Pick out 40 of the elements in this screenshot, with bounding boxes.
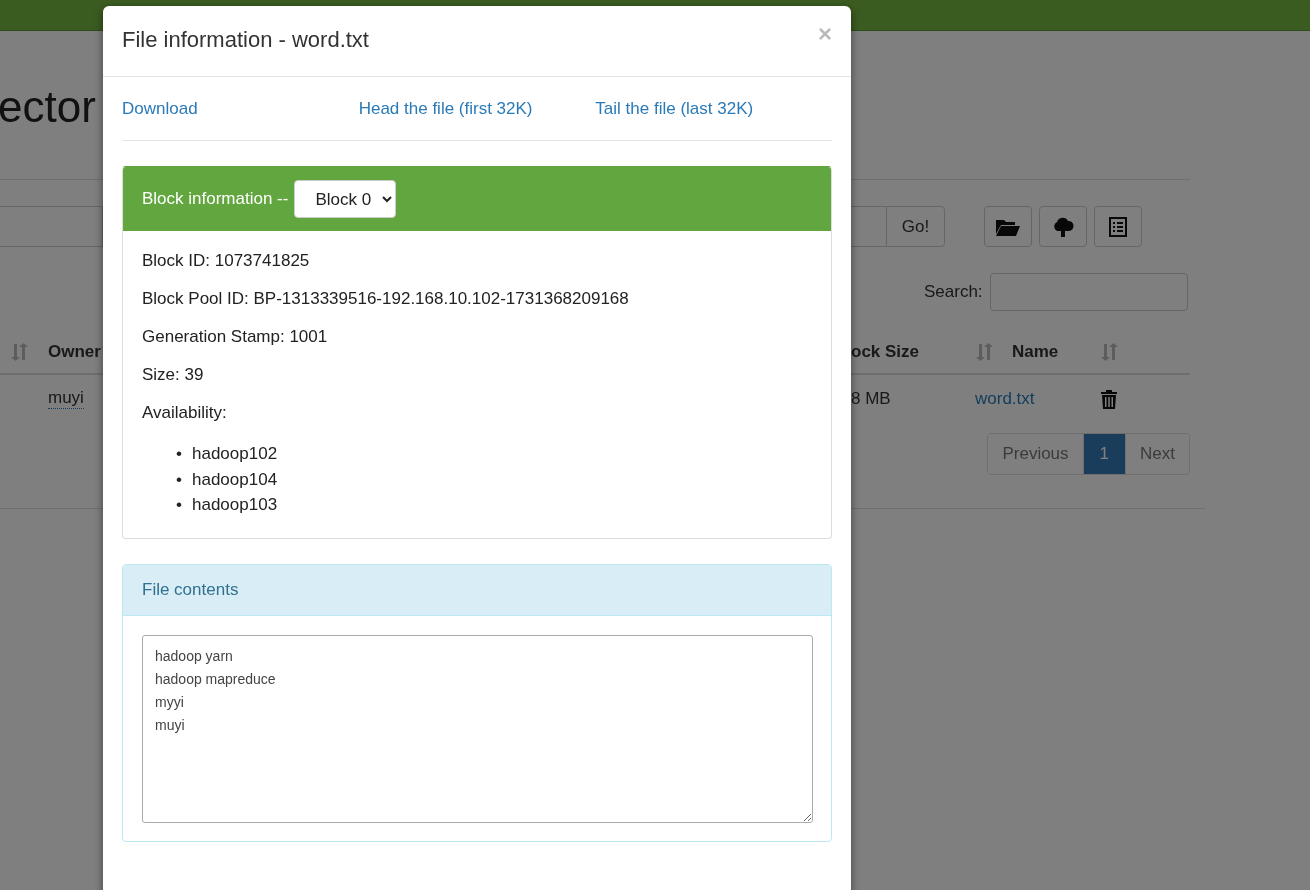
block-select[interactable]: Block 0: [294, 180, 397, 218]
host-item: hadoop104: [192, 468, 278, 491]
trash-icon[interactable]: [1101, 389, 1117, 409]
block-detail: Generation Stamp: 1001: [142, 327, 329, 347]
file-link[interactable]: word.txt: [975, 389, 1063, 409]
pagination-button[interactable]: 1: [1082, 434, 1126, 474]
panel-title: Block information --: [142, 189, 289, 209]
sort-icon[interactable]: [975, 343, 993, 361]
sort-icon[interactable]: [1100, 343, 1118, 361]
column-header[interactable]: ock Size: [851, 342, 975, 362]
pagination-button[interactable]: Next: [1125, 434, 1189, 474]
link[interactable]: Head the file (first 32K): [358, 98, 533, 118]
block-detail: Block Pool ID: BP-1313339516-192.168.10.102-1731368209168: [142, 289, 630, 309]
list-bullet: •: [176, 443, 183, 465]
page-heading: ector: [0, 82, 96, 132]
folder-icon: [996, 217, 1020, 236]
block-detail: Block ID: 1073741825: [142, 251, 311, 271]
folder-button[interactable]: [984, 206, 1032, 247]
go-button[interactable]: Go!: [886, 206, 945, 247]
file-contents-field[interactable]: hadoop yarn hadoop mapreduce myyi muyi: [142, 634, 813, 823]
host-item: hadoop102: [192, 443, 278, 465]
table-cell-text: 8 MB: [851, 389, 892, 409]
panel-title: File contents: [142, 579, 239, 600]
list-bullet: •: [176, 494, 183, 516]
list-button[interactable]: [1094, 206, 1142, 247]
list-bullet: •: [176, 468, 183, 491]
link[interactable]: Download: [122, 98, 198, 118]
search-field[interactable]: [989, 273, 1188, 311]
sort-icon[interactable]: [10, 343, 28, 361]
table-cell: muyi: [48, 389, 84, 409]
block-detail: Size: 39: [142, 365, 205, 385]
block-detail: Availability:: [142, 403, 228, 423]
modal-title: File information - word.txt: [122, 27, 369, 53]
column-header[interactable]: Owner: [48, 342, 101, 362]
column-header[interactable]: Name: [1012, 342, 1100, 362]
upload-button[interactable]: [1039, 206, 1087, 247]
link[interactable]: Tail the file (last 32K): [595, 98, 754, 118]
list-icon: [1109, 216, 1127, 237]
host-item: hadoop103: [192, 494, 278, 516]
search-label: Search:: [924, 282, 983, 302]
